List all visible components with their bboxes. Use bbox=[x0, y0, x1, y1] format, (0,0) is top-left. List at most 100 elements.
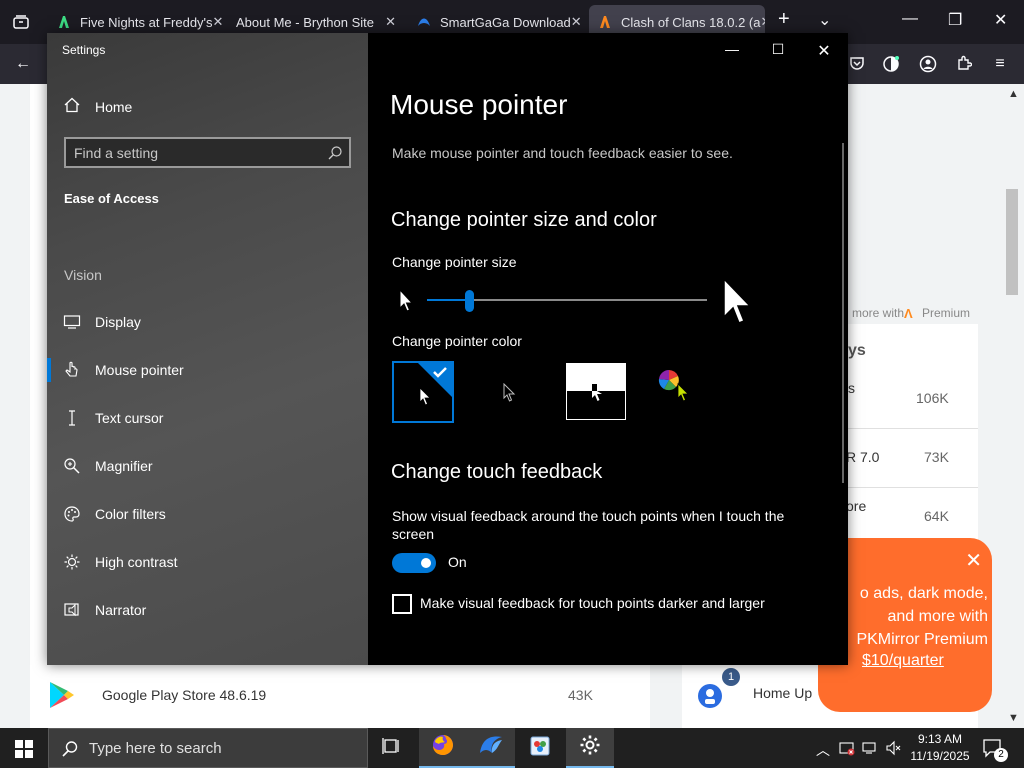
list-item-title[interactable]: Google Play Store 48.6.19 bbox=[102, 687, 266, 703]
account-icon[interactable] bbox=[919, 55, 937, 73]
list-item-text[interactable]: s bbox=[848, 380, 855, 396]
scroll-down-icon[interactable]: ▼ bbox=[1008, 712, 1019, 724]
taskbar: Type here to search ︿ 9:13 AM 11/19/2025… bbox=[0, 728, 1024, 768]
find-setting-search[interactable] bbox=[64, 137, 351, 168]
promo-price-link[interactable]: $10/quarter bbox=[862, 652, 944, 670]
clock-date: 11/19/2025 bbox=[910, 749, 970, 763]
pointer-color-white[interactable] bbox=[392, 361, 454, 423]
page-scrollbar[interactable] bbox=[1006, 189, 1018, 295]
minimize-icon[interactable]: — bbox=[722, 41, 742, 57]
nav-home-label: Home bbox=[95, 99, 133, 115]
sidebar-item-text-cursor[interactable]: Text cursor bbox=[47, 398, 368, 438]
sidebar-item-mouse-pointer[interactable]: Mouse pointer bbox=[47, 350, 368, 390]
nav-group-label: Vision bbox=[64, 267, 102, 283]
list-item-text[interactable]: ore bbox=[846, 498, 866, 514]
sidebar-item-label: Color filters bbox=[95, 506, 166, 522]
settings-window: Settings Home Ease of Access Vision Disp… bbox=[47, 33, 848, 665]
list-item-count: 106K bbox=[916, 390, 949, 406]
page-title: Mouse pointer bbox=[390, 89, 568, 120]
apkmirror-icon bbox=[597, 14, 613, 30]
large-pointer-icon bbox=[721, 277, 753, 332]
touch-feedback-toggle[interactable] bbox=[392, 553, 436, 573]
close-icon[interactable]: ✕ bbox=[965, 548, 982, 573]
maximize-icon[interactable]: ☐ bbox=[768, 41, 788, 58]
sidebar-item-narrator[interactable]: Narrator bbox=[47, 590, 368, 630]
menu-icon[interactable]: ≡ bbox=[991, 55, 1009, 73]
google-play-icon bbox=[48, 680, 76, 715]
clock[interactable]: 9:13 AM 11/19/2025 bbox=[908, 731, 972, 765]
new-tab-icon[interactable]: + bbox=[778, 8, 790, 31]
chevron-down-icon[interactable]: ⌄ bbox=[818, 10, 831, 30]
list-item-count: 64K bbox=[924, 508, 949, 524]
taskbar-firefox[interactable] bbox=[419, 728, 467, 768]
apkmirror-logo-icon: Λ bbox=[904, 306, 913, 321]
list-item-title[interactable]: Home Up bbox=[753, 685, 812, 701]
pointer-color-black[interactable] bbox=[478, 361, 540, 423]
volume-muted-icon[interactable] bbox=[885, 740, 903, 761]
minimize-icon[interactable]: — bbox=[902, 10, 918, 28]
pointer-color-inverted[interactable] bbox=[566, 361, 628, 423]
pointer-color-label: Change pointer color bbox=[392, 333, 522, 349]
content-scrollbar[interactable] bbox=[842, 143, 844, 483]
network-warning-icon[interactable] bbox=[839, 740, 855, 761]
pointer-size-label: Change pointer size bbox=[392, 254, 517, 270]
pointer-size-slider-thumb[interactable] bbox=[465, 290, 474, 312]
mouse-pointer-icon bbox=[61, 361, 83, 379]
sidebar-item-high-contrast[interactable]: High contrast bbox=[47, 542, 368, 582]
extensions-icon[interactable] bbox=[955, 55, 973, 73]
clock-time: 9:13 AM bbox=[917, 732, 963, 746]
close-icon[interactable]: ✕ bbox=[385, 14, 396, 30]
windows-start-icon[interactable] bbox=[15, 740, 33, 763]
notification-count-badge: 2 bbox=[994, 748, 1008, 762]
home-icon bbox=[62, 96, 82, 118]
vpn-icon[interactable] bbox=[882, 55, 900, 73]
list-item-text[interactable]: R 7.0 bbox=[846, 449, 879, 465]
tab-label: About Me - Brython Site bbox=[236, 14, 375, 30]
pointer-color-custom[interactable] bbox=[652, 361, 714, 423]
task-view-button[interactable] bbox=[368, 728, 416, 768]
section-heading: ys bbox=[848, 342, 866, 359]
badge: 1 bbox=[722, 668, 740, 686]
close-window-icon[interactable]: ✕ bbox=[814, 41, 834, 61]
sidebar-item-display[interactable]: Display bbox=[47, 302, 368, 342]
page-description: Make mouse pointer and touch feedback ea… bbox=[392, 145, 733, 161]
nav-home[interactable]: Home bbox=[62, 95, 132, 119]
black-pointer-icon bbox=[502, 382, 516, 408]
nav-section-title: Ease of Access bbox=[64, 191, 159, 206]
close-icon[interactable]: ✕ bbox=[213, 14, 224, 30]
pocket-icon[interactable] bbox=[848, 55, 866, 73]
tab-list-icon[interactable] bbox=[12, 13, 30, 31]
darker-feedback-checkbox[interactable] bbox=[392, 594, 412, 614]
narrator-icon bbox=[61, 601, 83, 619]
back-arrow-icon[interactable]: ← bbox=[14, 55, 32, 73]
close-window-icon[interactable]: ✕ bbox=[994, 10, 1007, 30]
smartgaga-icon bbox=[478, 733, 504, 762]
task-view-icon bbox=[382, 737, 402, 760]
sidebar-item-color-filters[interactable]: Color filters bbox=[47, 494, 368, 534]
sidebar-item-magnifier[interactable]: Magnifier bbox=[47, 446, 368, 486]
ethernet-icon[interactable] bbox=[862, 740, 878, 761]
sidebar-item-label: Narrator bbox=[95, 602, 147, 618]
taskbar-paint[interactable] bbox=[516, 728, 564, 768]
apkmirror-icon bbox=[56, 14, 72, 30]
firefox-icon bbox=[431, 733, 455, 762]
search-icon[interactable] bbox=[327, 145, 343, 161]
tray-chevron-up-icon[interactable]: ︿ bbox=[816, 740, 830, 760]
search-input[interactable] bbox=[74, 143, 324, 163]
close-icon[interactable]: ✕ bbox=[760, 14, 765, 30]
taskbar-search[interactable]: Type here to search bbox=[48, 728, 368, 768]
display-icon bbox=[61, 314, 83, 330]
sidebar-item-label: High contrast bbox=[95, 554, 178, 570]
text-cursor-icon bbox=[61, 409, 83, 427]
custom-color-pointer-icon bbox=[676, 383, 690, 408]
magnifier-icon bbox=[61, 457, 83, 475]
taskbar-settings[interactable] bbox=[566, 728, 614, 768]
scroll-up-icon[interactable]: ▲ bbox=[1008, 88, 1019, 100]
close-icon[interactable]: ✕ bbox=[571, 14, 582, 30]
high-contrast-icon bbox=[61, 553, 83, 571]
taskbar-smartgaga[interactable] bbox=[467, 728, 515, 768]
maximize-icon[interactable]: ❐ bbox=[948, 10, 962, 30]
sidebar-item-label: Magnifier bbox=[95, 458, 153, 474]
sidebar-item-label: Mouse pointer bbox=[95, 362, 184, 378]
tab-label: SmartGaGa Download bbox=[440, 14, 571, 30]
